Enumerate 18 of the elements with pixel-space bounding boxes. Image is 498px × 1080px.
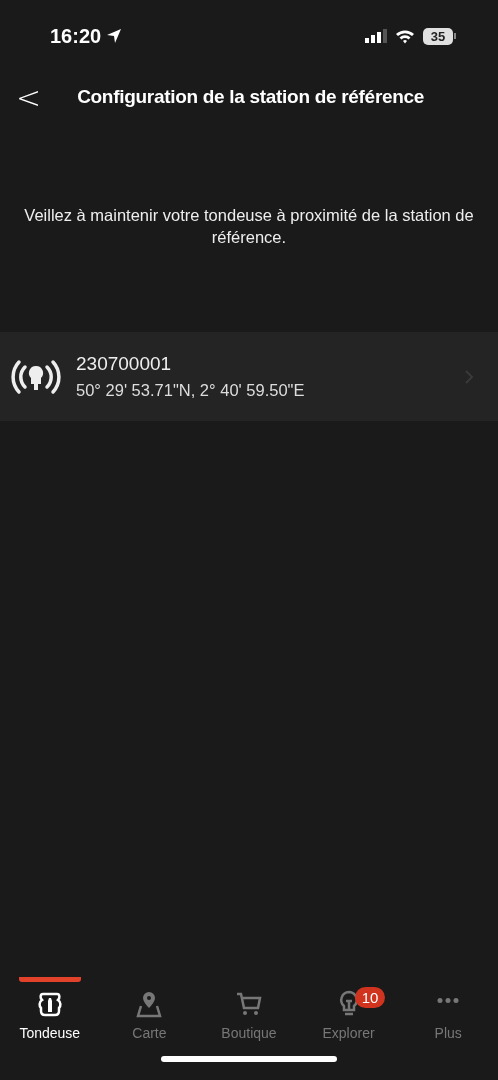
notification-badge: 10 (354, 987, 386, 1008)
tab[interactable]: Explorer 10 (298, 967, 399, 1052)
status-time: 16:20 (50, 24, 102, 48)
tab[interactable]: Carte (99, 967, 200, 1052)
instruction-text: Veillez à maintenir votre tondeuse à proximité de la station de référence. (24, 205, 474, 248)
page-title: Configuration de la station de référence (77, 86, 425, 108)
tab[interactable]: Plus (398, 967, 498, 1052)
more-icon (437, 998, 460, 1003)
station-coordinates: 50° 29' 53.71"N, 2° 40' 59.50"E (76, 381, 306, 400)
location-arrow-icon (106, 28, 123, 44)
back-button[interactable]: < (10, 79, 48, 115)
station-id: 230700001 (76, 353, 173, 375)
signal-icon (365, 29, 387, 43)
station-row[interactable]: 230700001 50° 29' 53.71"N, 2° 40' 59.50"E (0, 332, 498, 421)
wifi-icon (395, 28, 415, 44)
tab[interactable]: Tondeuse (0, 967, 100, 1052)
battery-level: 35 (423, 27, 453, 45)
tab[interactable]: Boutique (199, 967, 299, 1052)
